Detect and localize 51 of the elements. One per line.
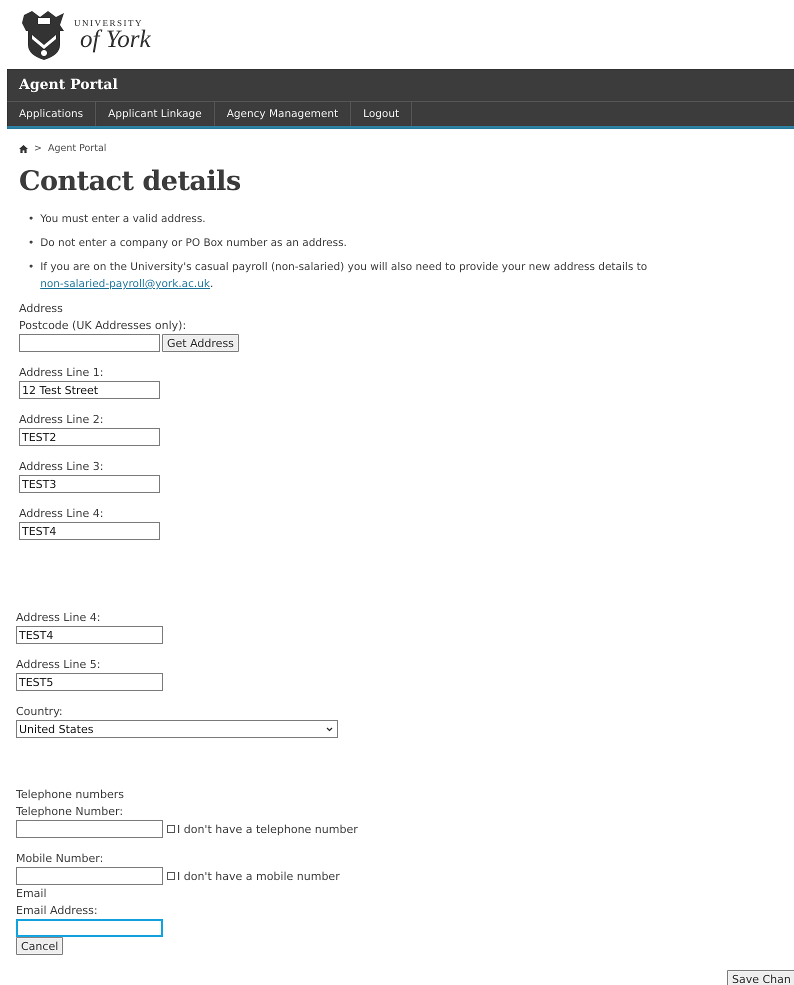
checkbox-label: I don't have a mobile number xyxy=(177,870,340,882)
address-field[interactable]: TEST2 xyxy=(19,428,160,446)
cancel-button[interactable]: Cancel xyxy=(16,937,64,955)
nav-link[interactable]: Applicant Linkage xyxy=(96,102,215,126)
field-label: Address Line 2: xyxy=(19,412,104,428)
get-address-button[interactable]: Get Address xyxy=(162,334,239,352)
breadcrumb-item[interactable]: Agent Portal xyxy=(48,143,106,154)
section-heading: Telephone numbers xyxy=(16,787,126,803)
portal-title: Agent Portal xyxy=(19,76,118,95)
page-heading: Contact details xyxy=(19,166,242,197)
field-label: Address Line 3: xyxy=(19,459,104,475)
save-button[interactable]: Save Chan xyxy=(727,970,794,985)
logo-text: of York xyxy=(80,28,151,52)
country-select[interactable]: United States xyxy=(16,720,338,738)
checkbox-label: I don't have a telephone number xyxy=(177,822,358,836)
bullet: • xyxy=(28,236,34,251)
home-icon[interactable] xyxy=(19,144,28,152)
instruction-text: You must enter a valid address. xyxy=(40,212,206,227)
address-field[interactable]: TEST3 xyxy=(19,475,160,493)
field-label: Mobile Number: xyxy=(16,851,104,867)
address-field[interactable]: TEST4 xyxy=(16,626,163,644)
field-label: Address Line 4: xyxy=(19,506,104,522)
nav-link[interactable]: Applications xyxy=(7,102,96,126)
field-label: Telephone Number: xyxy=(16,804,124,820)
checkbox[interactable] xyxy=(167,872,175,880)
address-field[interactable]: TEST5 xyxy=(16,673,163,691)
field-label: Country: xyxy=(16,704,64,720)
section-heading: Email xyxy=(16,886,48,902)
address-field[interactable]: 12 Test Street xyxy=(19,381,160,399)
phone-field[interactable] xyxy=(16,867,163,885)
phone-field[interactable] xyxy=(16,820,163,838)
logo-text: UNIVERSITY xyxy=(74,18,144,28)
email-link[interactable]: non-salaried-payroll@york.ac.uk xyxy=(40,278,210,290)
bullet: • xyxy=(28,212,34,227)
breadcrumb-separator: > xyxy=(34,143,42,154)
nav-link[interactable]: Agency Management xyxy=(214,102,352,126)
instruction-text: Do not enter a company or PO Box number as an address. xyxy=(40,236,347,251)
field-label: Address Line 5: xyxy=(16,657,102,673)
chevron-icon xyxy=(326,726,333,732)
field-label: Address Line 4: xyxy=(16,610,102,626)
field-label: Email Address: xyxy=(16,903,99,919)
field-label: Postcode (UK Addresses only): xyxy=(19,318,188,334)
bullet: • xyxy=(28,260,34,275)
address-field[interactable]: TEST4 xyxy=(19,522,160,540)
section-heading: Address xyxy=(19,301,64,317)
instruction-text: If you are on the University's casual payroll (non-salaried) you will also need to provide your new address details to non-salaried-payroll@york.ac.uk. xyxy=(40,260,648,292)
checkbox[interactable] xyxy=(167,825,175,833)
email-field[interactable] xyxy=(16,919,163,937)
field-label: Address Line 1: xyxy=(19,365,104,381)
nav-link[interactable]: Logout xyxy=(351,102,412,126)
postcode-field[interactable] xyxy=(19,334,160,352)
